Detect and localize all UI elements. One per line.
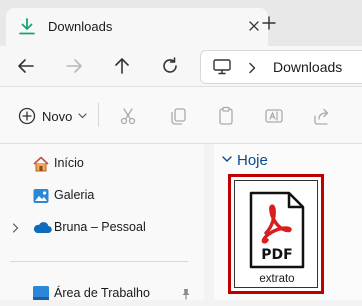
- new-button[interactable]: Novo: [18, 105, 87, 127]
- sidebar-item-label: Galeria: [54, 188, 95, 202]
- navigation-bar: Downloads: [0, 46, 362, 86]
- chevron-right-icon[interactable]: [12, 223, 19, 233]
- computer-icon[interactable]: [213, 59, 231, 75]
- chevron-right-icon[interactable]: [247, 62, 257, 74]
- pin-icon[interactable]: [180, 288, 192, 300]
- file-selection-box: PDF extrato: [234, 180, 318, 288]
- toolbar-separator: [98, 103, 99, 127]
- cut-icon[interactable]: [118, 106, 138, 126]
- desktop-icon: [32, 285, 50, 301]
- file-name: extrato: [259, 273, 295, 285]
- home-icon: [32, 155, 50, 173]
- copy-icon[interactable]: [168, 106, 188, 126]
- file-list-pane: Hoje PDF extrato: [214, 144, 362, 300]
- plus-circle-icon: [18, 107, 36, 125]
- tab-strip: Downloads: [0, 0, 362, 46]
- paste-icon[interactable]: [216, 106, 236, 126]
- command-bar: Novo: [0, 87, 362, 143]
- gallery-icon: [32, 187, 50, 205]
- group-header[interactable]: Hoje: [237, 152, 268, 169]
- rename-icon[interactable]: [264, 106, 284, 126]
- pdf-type-label: PDF: [261, 247, 292, 263]
- refresh-icon[interactable]: [158, 54, 182, 78]
- chevron-down-icon: [78, 113, 87, 119]
- sidebar-item-label: Bruna – Pessoal: [54, 220, 146, 234]
- navigation-pane: Início Galeria Bruna – Pessoal Área de T…: [0, 144, 204, 300]
- sidebar-item-label: Início: [54, 156, 84, 170]
- pdf-file-icon: PDF: [249, 191, 305, 269]
- chevron-down-icon[interactable]: [222, 156, 232, 163]
- new-button-label: Novo: [42, 108, 73, 124]
- plus-icon[interactable]: [258, 12, 280, 34]
- sidebar-item-bruna-pessoal[interactable]: Bruna – Pessoal: [0, 216, 204, 240]
- share-icon[interactable]: [312, 106, 332, 126]
- cloud-icon: [32, 219, 52, 235]
- file-item-extrato[interactable]: PDF extrato: [228, 174, 324, 294]
- tab-downloads[interactable]: Downloads: [6, 8, 268, 46]
- forward-arrow-icon[interactable]: [62, 54, 86, 78]
- address-bar[interactable]: Downloads: [200, 50, 362, 84]
- address-segment[interactable]: Downloads: [273, 59, 342, 75]
- back-arrow-icon[interactable]: [14, 54, 38, 78]
- sidebar-item-area-de-trabalho[interactable]: Área de Trabalho: [0, 282, 204, 306]
- sidebar-separator: [10, 261, 188, 262]
- sidebar-item-galeria[interactable]: Galeria: [0, 184, 204, 208]
- tab-title: Downloads: [48, 19, 113, 34]
- download-icon: [18, 18, 36, 36]
- pane-splitter[interactable]: [204, 144, 214, 300]
- up-arrow-icon[interactable]: [110, 54, 134, 78]
- sidebar-item-label: Área de Trabalho: [54, 286, 150, 300]
- sidebar-item-inicio[interactable]: Início: [0, 152, 204, 176]
